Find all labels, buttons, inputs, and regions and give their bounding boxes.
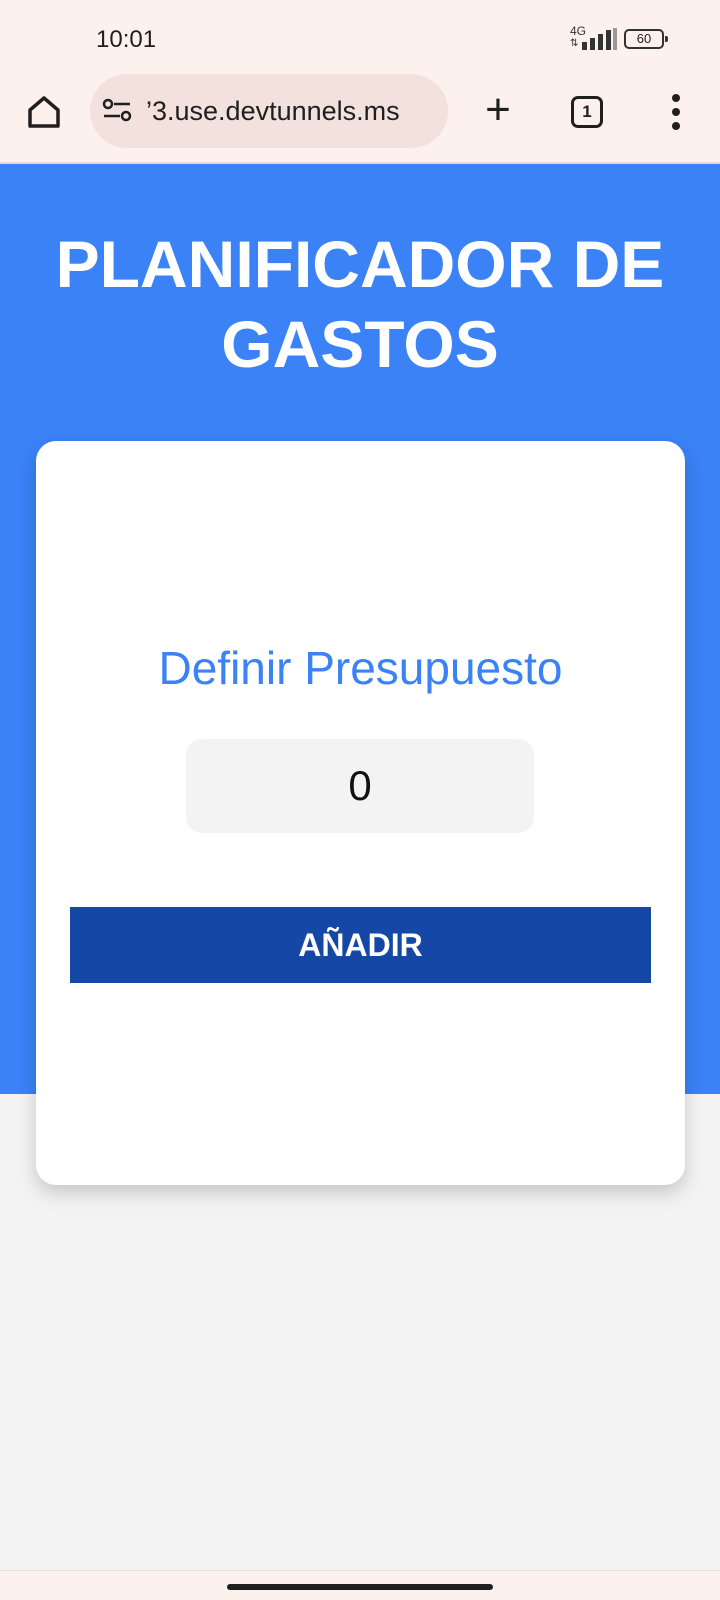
- status-bar: 10:01 4G ⇅ 60: [0, 0, 720, 72]
- battery-icon: 60: [624, 29, 668, 49]
- status-time: 10:01: [96, 26, 157, 53]
- budget-card: Definir Presupuesto AÑADIR: [36, 441, 685, 1185]
- signal-icon: [582, 28, 617, 50]
- gesture-handle[interactable]: [227, 1584, 493, 1590]
- tune-icon[interactable]: [102, 98, 134, 122]
- budget-input[interactable]: [186, 739, 534, 833]
- plus-icon[interactable]: +: [476, 88, 520, 134]
- address-bar[interactable]: ’3.use.devtunnels.ms: [90, 74, 448, 148]
- tab-count-icon[interactable]: 1: [571, 96, 603, 128]
- more-vert-icon[interactable]: [664, 92, 688, 132]
- add-button[interactable]: AÑADIR: [70, 907, 651, 983]
- url-text[interactable]: ’3.use.devtunnels.ms: [146, 96, 444, 127]
- page-title: PLANIFICADOR DE GASTOS: [55, 227, 665, 381]
- budget-heading: Definir Presupuesto: [158, 642, 563, 694]
- home-icon[interactable]: [22, 90, 66, 134]
- browser-toolbar: ’3.use.devtunnels.ms + 1: [0, 72, 720, 164]
- data-activity-icon: ⇅: [570, 38, 579, 49]
- navigation-bar: [0, 1570, 720, 1600]
